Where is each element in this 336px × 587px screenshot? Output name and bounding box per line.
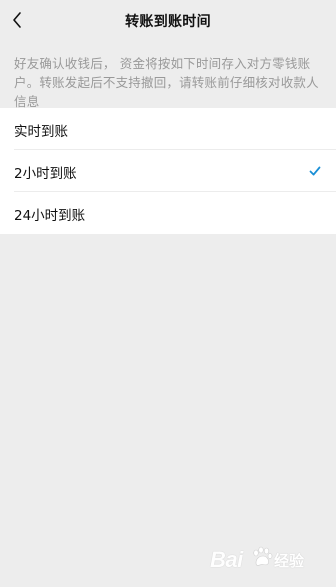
page-title: 转账到账时间 xyxy=(125,14,211,30)
paw-icon xyxy=(253,546,273,566)
watermark-suffix: 经验 xyxy=(274,552,305,570)
description-text: 好友确认收钱后， 资金将按如下时间存入对方零钱账户。转账发起后不支持撤回，请转账… xyxy=(14,56,319,109)
nav-bar: 转账到账时间 xyxy=(0,0,336,42)
option-realtime[interactable]: 实时到账 xyxy=(0,108,336,150)
option-24-hours[interactable]: 24小时到账 xyxy=(0,192,336,234)
option-list: 实时到账 2小时到账 24小时到账 xyxy=(0,108,336,234)
watermark-logo: Bai 经验 xyxy=(210,543,308,573)
option-label: 实时到账 xyxy=(14,124,68,140)
option-label: 2小时到账 xyxy=(14,166,77,182)
option-label: 24小时到账 xyxy=(14,208,86,224)
watermark-text: Bai xyxy=(210,547,243,572)
checkmark-icon xyxy=(309,165,321,177)
option-2-hours[interactable]: 2小时到账 xyxy=(0,150,336,192)
